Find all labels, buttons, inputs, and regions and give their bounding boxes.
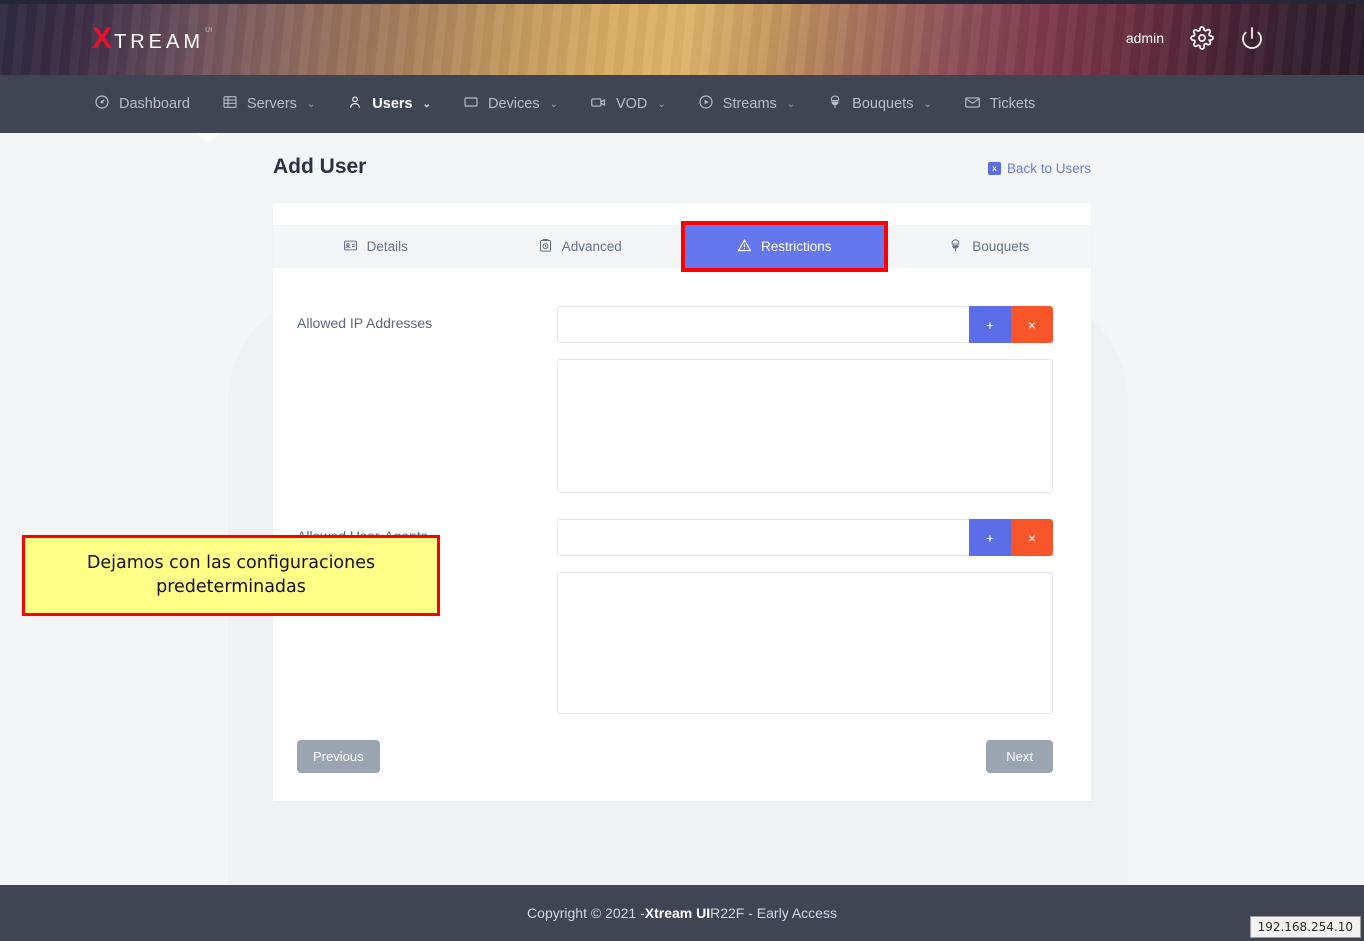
dashboard-icon <box>94 94 110 114</box>
wizard-buttons: Previous Next <box>297 740 1053 773</box>
previous-button[interactable]: Previous <box>297 740 380 773</box>
nav-item-tickets[interactable]: Tickets <box>948 75 1051 133</box>
allowed-ip-add-button[interactable]: + <box>969 306 1011 343</box>
brand-logo[interactable]: X TREAM UI <box>92 22 212 56</box>
ip-address-tooltip: 192.168.254.10 <box>1249 916 1361 938</box>
card-top-strip <box>273 203 1091 225</box>
logo-wordmark: TREAM <box>114 31 205 53</box>
allowed-user-agents-add-button[interactable]: + <box>969 519 1011 556</box>
tab-label: Advanced <box>561 239 622 254</box>
back-to-users-link[interactable]: x Back to Users <box>987 161 1091 179</box>
back-link-label: Back to Users <box>1006 161 1091 176</box>
nav-label: Users <box>372 96 413 112</box>
bouquet-icon <box>827 94 843 114</box>
header-actions: admin <box>1126 0 1264 75</box>
chevron-down-icon: ⌄ <box>306 98 316 110</box>
envelope-icon <box>964 94 981 115</box>
next-button[interactable]: Next <box>986 740 1053 773</box>
chevron-down-icon: ⌄ <box>786 98 796 110</box>
tab-restrictions[interactable]: Restrictions <box>681 221 887 272</box>
nav-item-servers[interactable]: Servers ⌄ <box>206 75 331 133</box>
page-footer: Copyright © 2021 - Xtream UI R22F - Earl… <box>0 885 1364 941</box>
tab-advanced[interactable]: Advanced <box>478 225 683 268</box>
tab-label: Bouquets <box>972 239 1030 254</box>
clipboard-clock-icon <box>538 238 553 256</box>
main-navigation: Dashboard Servers ⌄ Users ⌄ Devices ⌄ VO… <box>0 75 1364 143</box>
allowed-ip-input[interactable] <box>556 306 969 343</box>
allowed-ip-list-row <box>297 359 1053 493</box>
app-root: X TREAM UI admin Dashboard Servers ⌄ Use… <box>0 0 1364 941</box>
tab-label: Restrictions <box>760 239 832 254</box>
nav-item-streams[interactable]: Streams ⌄ <box>682 75 811 133</box>
page-header: Add User x Back to Users <box>273 133 1091 179</box>
field-row-allowed-ip: Allowed IP Addresses + × <box>297 306 1053 343</box>
allowed-user-agents-textarea[interactable] <box>556 572 1053 714</box>
allowed-ip-label: Allowed IP Addresses <box>297 315 433 331</box>
bouquet-icon <box>948 238 963 256</box>
allowed-user-agents-input-group: + × <box>556 519 1053 556</box>
chevron-down-icon: ⌄ <box>923 98 932 110</box>
back-arrow-icon: x <box>987 162 1001 175</box>
video-icon <box>590 94 607 115</box>
active-nav-pointer <box>197 133 219 143</box>
footer-copyright-suffix: R22F - Early Access <box>710 905 837 921</box>
server-icon <box>222 94 238 114</box>
allowed-user-agents-input[interactable] <box>556 519 969 556</box>
allowed-user-agents-delete-button[interactable]: × <box>1011 519 1053 556</box>
user-icon <box>347 94 363 114</box>
nav-item-users[interactable]: Users ⌄ <box>331 75 447 133</box>
nav-item-dashboard[interactable]: Dashboard <box>78 75 206 133</box>
page-content: Add User x Back to Users Details Advance… <box>0 133 1364 885</box>
gear-icon[interactable] <box>1190 25 1214 50</box>
logo-superscript: UI <box>205 26 213 34</box>
wizard-tabs: Details Advanced Restrictions Bouquets <box>273 221 1092 272</box>
nav-item-devices[interactable]: Devices ⌄ <box>447 75 574 133</box>
page-title: Add User <box>273 155 367 178</box>
device-icon <box>463 94 479 114</box>
nav-item-bouquets[interactable]: Bouquets ⌄ <box>811 75 948 133</box>
tab-label: Details <box>366 239 408 254</box>
nav-label: Servers <box>246 96 297 112</box>
tab-details[interactable]: Details <box>273 225 478 268</box>
nav-label: Bouquets <box>852 96 914 112</box>
add-user-card: Details Advanced Restrictions Bouquets A… <box>273 203 1091 801</box>
annotation-line-2: predeterminadas <box>156 576 306 597</box>
top-banner: X TREAM UI admin <box>0 0 1364 75</box>
chevron-down-icon: ⌄ <box>657 98 666 110</box>
allowed-ip-textarea[interactable] <box>556 359 1053 493</box>
nav-label: Devices <box>488 96 540 112</box>
allowed-ip-delete-button[interactable]: × <box>1011 306 1053 343</box>
nav-label: Streams <box>722 96 777 112</box>
play-circle-icon <box>698 94 714 114</box>
nav-label: Tickets <box>989 96 1036 112</box>
allowed-ip-input-group: + × <box>556 306 1053 343</box>
annotation-callout: Dejamos con las configuraciones predeter… <box>22 535 440 617</box>
warning-triangle-icon <box>737 238 752 256</box>
chevron-down-icon: ⌄ <box>422 98 431 110</box>
chevron-down-icon: ⌄ <box>549 98 558 110</box>
nav-label: VOD <box>615 96 648 112</box>
logo-x-mark: X <box>92 22 113 55</box>
footer-copyright-prefix: Copyright © 2021 - <box>527 905 645 921</box>
id-card-icon <box>343 238 358 256</box>
footer-brand: Xtream UI <box>644 905 711 921</box>
admin-username[interactable]: admin <box>1126 30 1164 46</box>
nav-label: Dashboard <box>119 96 190 112</box>
nav-item-vod[interactable]: VOD ⌄ <box>574 75 682 133</box>
annotation-line-1: Dejamos con las configuraciones <box>86 553 376 573</box>
tab-bouquets[interactable]: Bouquets <box>887 225 1092 268</box>
power-icon[interactable] <box>1240 26 1264 50</box>
